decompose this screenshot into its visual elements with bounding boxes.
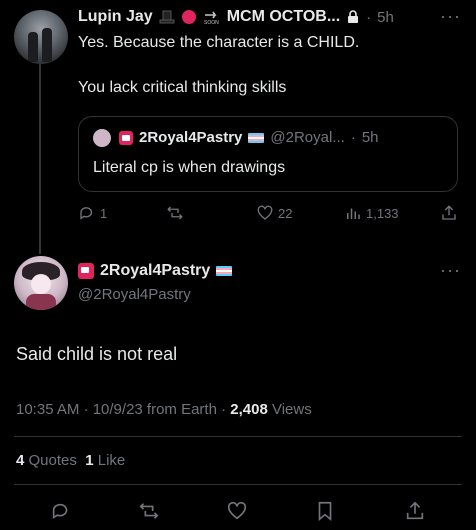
share-button[interactable]	[404, 500, 426, 527]
likes-label: Like	[97, 452, 126, 469]
separator-dot: ·	[350, 129, 356, 146]
quotes-link[interactable]: 4 Quotes	[16, 452, 77, 469]
cake-emoji-icon	[119, 130, 133, 145]
quoted-handle: @2Royal...	[270, 129, 345, 146]
separator-dot: ·	[366, 8, 372, 26]
avatar-figure	[28, 32, 38, 62]
divider	[14, 436, 462, 437]
author-name[interactable]: 2Royal4Pastry	[100, 262, 210, 280]
trans-flag-icon	[248, 132, 265, 143]
views-count: 2,408	[230, 401, 268, 418]
quoted-time: 5h	[361, 129, 379, 146]
view-count: 1,133	[366, 205, 399, 221]
post-meta: 10:35 AM · 10/9/23 from Earth · 2,408 Vi…	[16, 401, 312, 418]
engagement-stats: 4 Quotes 1 Like	[16, 452, 125, 469]
like-action[interactable]: 22	[256, 204, 292, 222]
thread-line	[39, 62, 41, 254]
lock-icon	[348, 10, 359, 23]
trans-flag-icon	[216, 266, 233, 276]
repost-icon	[167, 206, 183, 220]
share-action[interactable]	[440, 204, 458, 222]
quoted-avatar	[93, 129, 111, 147]
reply-time[interactable]: 5h	[377, 9, 394, 26]
reply-button[interactable]	[50, 500, 72, 527]
cake-emoji-icon	[78, 263, 94, 279]
author-display-suffix: MCM OCTOB...	[226, 8, 341, 25]
post-header: 2Royal4Pastry	[78, 262, 233, 280]
like-button[interactable]	[226, 500, 248, 527]
avatar[interactable]	[14, 10, 68, 64]
reply-icon	[80, 207, 93, 220]
like-count: 22	[278, 205, 293, 221]
heart-icon	[227, 501, 247, 520]
reply-header: Lupin Jay SOON MCM OCTOB... · 5h	[78, 8, 394, 26]
author-name[interactable]: Lupin Jay	[78, 8, 153, 26]
reply-count: 1	[100, 205, 108, 221]
quoted-post-card[interactable]: 2Royal4Pastry @2Royal... · 5h Literal cp…	[78, 116, 458, 192]
avatar-figure	[42, 28, 52, 62]
quoted-author-name: 2Royal4Pastry	[139, 129, 243, 146]
reply-text-line-2: You lack critical thinking skills	[78, 79, 287, 96]
repost-icon	[139, 503, 159, 519]
more-options-icon[interactable]: ···	[440, 260, 461, 281]
top-hat-icon	[159, 10, 175, 24]
reply-icon	[52, 503, 68, 519]
avatar-outfit	[26, 294, 56, 310]
likes-count: 1	[85, 452, 94, 469]
divider	[14, 484, 462, 485]
likes-link[interactable]: 1 Like	[85, 452, 125, 469]
post-timestamp[interactable]: 10:35 AM · 10/9/23 from Earth ·	[16, 401, 230, 418]
post-text: Said child is not real	[16, 344, 178, 364]
avatar-face	[31, 274, 51, 294]
red-circle-icon	[181, 10, 196, 24]
reply-action[interactable]: 1	[78, 204, 107, 222]
quotes-label: Quotes	[28, 452, 77, 469]
reply-text-line-1: Yes. Because the character is a CHILD.	[78, 34, 360, 51]
more-options-icon[interactable]: ···	[440, 6, 461, 27]
views-bar-icon	[347, 208, 360, 219]
views-action[interactable]: 1,133	[344, 204, 399, 222]
author-handle[interactable]: @2Royal4Pastry	[78, 286, 191, 303]
share-icon	[406, 501, 424, 520]
heart-icon	[257, 205, 273, 220]
soon-arrow-icon: SOON	[204, 11, 219, 25]
views-label: Views	[267, 401, 312, 418]
quotes-count: 4	[16, 452, 25, 469]
svg-text:SOON: SOON	[204, 20, 219, 25]
bookmark-button[interactable]	[314, 500, 336, 527]
repost-button[interactable]	[138, 500, 160, 527]
quoted-text: Literal cp is when drawings	[93, 159, 286, 176]
share-icon	[442, 205, 456, 220]
bookmark-icon	[318, 501, 332, 522]
quoted-header: 2Royal4Pastry @2Royal... · 5h	[119, 129, 379, 146]
repost-action[interactable]	[166, 204, 188, 222]
avatar[interactable]	[14, 256, 68, 310]
